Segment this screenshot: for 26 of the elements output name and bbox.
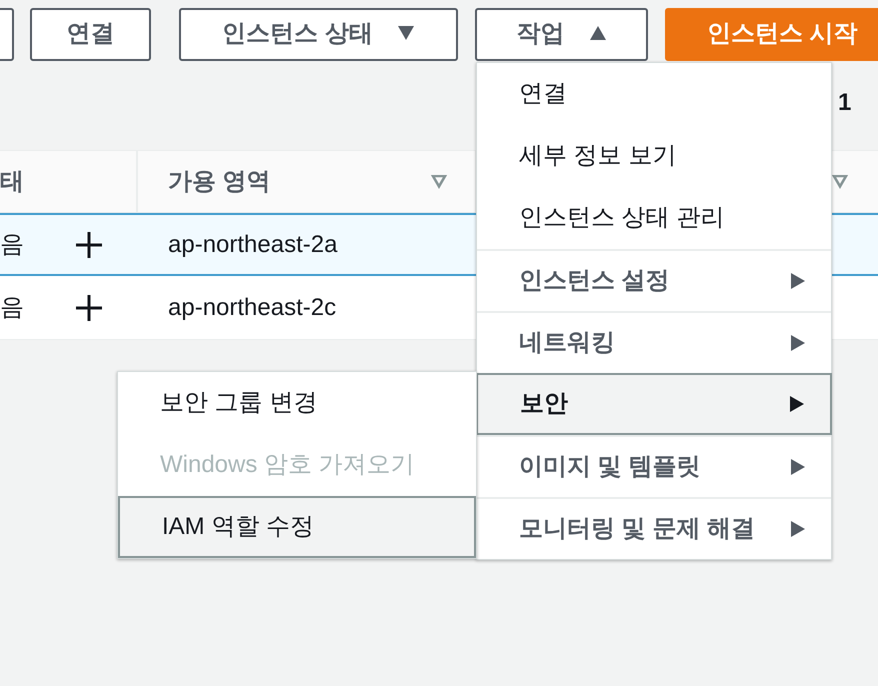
submenu-arrow-icon — [790, 396, 806, 412]
caret-down-icon — [396, 26, 415, 42]
column-header[interactable]: 태 — [0, 164, 24, 200]
page-number: 1 — [838, 88, 852, 118]
submenu-arrow-icon — [791, 459, 807, 475]
caret-up-icon — [588, 26, 606, 42]
menu-item[interactable]: 세부 정보 보기 — [477, 125, 831, 187]
dropdown-button[interactable]: 작업 — [475, 8, 648, 60]
submenu-arrow-icon — [791, 273, 807, 289]
submenu-arrow-icon — [791, 521, 807, 537]
menu-item: Windows 암호 가져오기 — [159, 450, 416, 480]
toolbar-button[interactable]: 연결 — [30, 8, 151, 60]
table-cell-text: ap-northeast-2a — [167, 230, 338, 260]
table-cell-text: 음 — [0, 230, 25, 260]
expand-icon[interactable] — [75, 230, 103, 258]
dropdown-button[interactable]: 인스턴스 상태 — [179, 8, 458, 60]
menu-item[interactable]: IAM 역할 수정 — [118, 496, 476, 558]
menu-item[interactable]: 연결 — [477, 63, 831, 125]
table-cell-text: 음 — [0, 292, 25, 322]
column-header[interactable]: 가용 영역 — [168, 164, 271, 200]
table-cell-text: ap-northeast-2c — [167, 292, 336, 322]
menu-item[interactable]: 보안 — [476, 373, 832, 435]
menu-item[interactable]: 인스턴스 설정 — [477, 249, 831, 311]
menu-item[interactable]: 보안 그룹 변경 — [118, 372, 476, 434]
expand-icon[interactable] — [75, 294, 103, 322]
submenu-arrow-icon — [791, 335, 807, 351]
